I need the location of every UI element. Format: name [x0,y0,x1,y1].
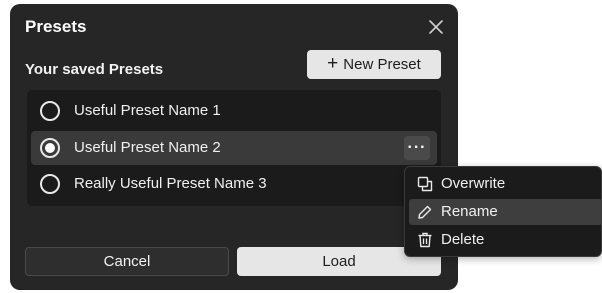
preset-name: Useful Preset Name 2 [74,139,221,156]
preset-list: Useful Preset Name 1 Useful Preset Name … [27,90,441,206]
menu-item-label: Rename [441,203,498,220]
context-menu: Overwrite Rename Delete [404,166,602,257]
radio-button[interactable] [40,101,60,121]
radio-dot [45,143,55,153]
preset-row[interactable]: Really Useful Preset Name 3 [31,167,437,201]
new-preset-button[interactable]: + New Preset [307,50,441,79]
saved-presets-heading: Your saved Presets [25,61,164,78]
close-icon[interactable] [426,17,446,37]
menu-item-overwrite[interactable]: Overwrite [409,171,602,197]
trash-icon [417,232,433,248]
preset-row[interactable]: Useful Preset Name 1 [31,94,437,128]
radio-button-selected[interactable] [40,138,60,158]
copy-icon [417,176,433,192]
dialog-title: Presets [25,17,87,36]
more-options-icon[interactable]: ··· [404,136,430,160]
preset-row-selected[interactable]: Useful Preset Name 2 ··· [31,131,437,165]
plus-icon: + [327,53,339,74]
preset-name: Really Useful Preset Name 3 [74,175,267,192]
radio-button[interactable] [40,174,60,194]
menu-item-rename[interactable]: Rename [409,199,602,225]
presets-dialog: Presets Your saved Presets + New Preset … [10,4,458,290]
pencil-icon [417,204,433,220]
preset-name: Useful Preset Name 1 [74,102,221,119]
new-preset-label: New Preset [343,56,421,73]
menu-item-label: Overwrite [441,175,506,192]
cancel-button[interactable]: Cancel [25,247,229,276]
menu-item-label: Delete [441,231,485,248]
menu-item-delete[interactable]: Delete [409,227,602,253]
